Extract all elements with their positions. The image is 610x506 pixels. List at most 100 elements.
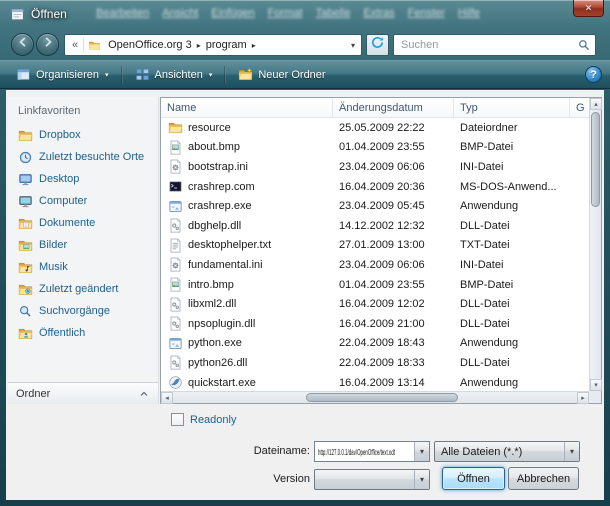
toolbar-button-ansichten[interactable]: Ansichten▾ [127,64,221,85]
filetype-dropdown-icon[interactable]: ▾ [564,442,579,461]
file-row-resource[interactable]: resource25.05.2009 22:22Dateiordner [161,118,589,138]
breadcrumb-separator-icon[interactable]: ▸ [250,41,258,50]
scroll-down-icon[interactable]: ▾ [590,379,602,391]
file-row-python26-dll[interactable]: python26.dll22.04.2009 18:33DLL-Datei [161,353,589,373]
readonly-checkbox[interactable] [171,413,184,426]
refresh-icon [370,35,385,55]
music-icon [18,260,33,275]
file-name-cell: bootstrap.ini [161,159,333,174]
scroll-up-icon[interactable]: ▴ [590,98,602,110]
sidebar-item-bilder[interactable]: Bilder [8,234,158,256]
search-input[interactable] [394,39,573,51]
file-row-quickstart-exe[interactable]: quickstart.exe16.04.2009 13:14Anwendung [161,373,589,391]
file-type: Anwendung [454,200,570,212]
address-breadcrumb[interactable]: « OpenOffice.org 3▸program▸ ▾ [64,34,362,56]
back-button[interactable] [11,33,34,56]
favorites-header: Linkfavoriten [8,97,158,124]
file-date: 16.04.2009 21:00 [333,318,454,330]
horizontal-scrollbar[interactable]: ◂ ▸ [161,391,589,403]
filename-dropdown-icon[interactable]: ▾ [414,442,429,461]
file-row-fundamental-ini[interactable]: fundamental.ini23.04.2009 06:06INI-Datei [161,255,589,275]
file-name: crashrep.exe [188,200,252,212]
file-list: NameÄnderungsdatumTypG resource25.05.200… [160,97,602,404]
scroll-right-icon[interactable]: ▸ [577,392,589,404]
file-type: MS-DOS-Anwend... [454,181,570,193]
file-row-about-bmp[interactable]: about.bmp01.04.2009 23:55BMP-Datei [161,138,589,158]
file-row-intro-bmp[interactable]: intro.bmp01.04.2009 23:55BMP-Datei [161,275,589,295]
toolbar-button-organisieren[interactable]: Organisieren ▾ [8,64,117,85]
version-label: Version [216,473,310,485]
file-rows: resource25.05.2009 22:22Dateiordnerabout… [161,118,589,391]
file-type: DLL-Datei [454,298,570,310]
breadcrumb-separator-icon[interactable]: ▸ [195,41,203,50]
scroll-left-icon[interactable]: ◂ [161,392,173,404]
toolbar-button-neuer-ordner[interactable]: Neuer Ordner [230,64,333,85]
file-row-crashrep-com[interactable]: crashrep.com16.04.2009 20:36MS-DOS-Anwen… [161,177,589,197]
version-dropdown-icon[interactable]: ▾ [414,470,429,489]
chevron-up-icon[interactable] [138,388,150,400]
sidebar-item-computer[interactable]: Computer [8,190,158,212]
sidebar-item-ffentlich[interactable]: Öffentlich [8,322,158,344]
sidebar-item-dropbox[interactable]: Dropbox [8,124,158,146]
background-menu-item: Ansicht [162,7,198,19]
file-date: 16.04.2009 12:02 [333,298,454,310]
search-icon[interactable] [573,38,595,52]
chevron-down-icon: ▾ [105,71,109,79]
background-menu-item: Bearbeiten [96,7,149,19]
file-row-bootstrap-ini[interactable]: bootstrap.ini23.04.2009 06:06INI-Datei [161,157,589,177]
vertical-scrollbar[interactable]: ▴ ▾ [589,98,601,391]
breadcrumb-segment-openoffice-org-3[interactable]: OpenOffice.org 3 [105,39,195,51]
filetype-combobox[interactable]: Alle Dateien (*.*) ▾ [434,441,580,462]
help-button[interactable]: ? [585,66,602,83]
background-menu-item: Tabelle [316,7,351,19]
titlebar[interactable]: Öffnen BearbeitenAnsichtEinfügenFormatTa… [0,0,610,30]
column-header-name[interactable]: Name [161,98,333,117]
sidebar-item-musik[interactable]: Musik [8,256,158,278]
file-name-cell: about.bmp [161,140,333,155]
txt-file-icon [168,238,183,253]
sidebar-item-dokumente[interactable]: Dokumente [8,212,158,234]
filename-value[interactable]: http://127.0.0.1/dav/OpenOffice/text.odt [315,446,414,458]
file-row-libxml2-dll[interactable]: libxml2.dll16.04.2009 12:02DLL-Datei [161,294,589,314]
help-question-icon: ? [590,69,597,81]
version-combobox[interactable]: ▾ [314,469,430,490]
background-menu: BearbeitenAnsichtEinfügenFormatTabelleEx… [96,7,568,19]
vertical-scroll-thumb[interactable] [591,112,600,207]
forward-button[interactable] [36,33,59,56]
sidebar-item-zuletzt-besuchte-orte[interactable]: Zuletzt besuchte Orte [8,146,158,168]
sidebar-item-desktop[interactable]: Desktop [8,168,158,190]
sidebar-item-suchvorg-nge[interactable]: Suchvorgänge [8,300,158,322]
filename-combobox[interactable]: http://127.0.0.1/dav/OpenOffice/text.odt… [314,441,430,462]
file-row-dbghelp-dll[interactable]: dbghelp.dll14.12.2002 12:32DLL-Datei [161,216,589,236]
file-date: 25.05.2009 22:22 [333,122,454,134]
file-row-npsoplugin-dll[interactable]: npsoplugin.dll16.04.2009 21:00DLL-Datei [161,314,589,334]
sidebar-item-zuletzt-ge-ndert[interactable]: Zuletzt geändert [8,278,158,300]
breadcrumb-dropdown-icon[interactable]: ▾ [351,41,361,50]
file-date: 01.04.2009 23:55 [333,279,454,291]
column-header-g[interactable]: G [570,98,589,117]
file-row-desktophelper-txt[interactable]: desktophelper.txt27.01.2009 13:00TXT-Dat… [161,236,589,256]
file-row-python-exe[interactable]: python.exe22.04.2009 18:43Anwendung [161,334,589,354]
column-header-typ[interactable]: Typ [454,98,570,117]
close-button[interactable]: ✕ [573,0,604,17]
folders-bar[interactable]: Ordner [8,382,158,404]
column-header-nderungsdatum[interactable]: Änderungsdatum [333,98,454,117]
breadcrumb-overflow-chevron[interactable]: « [65,39,83,51]
readonly-label[interactable]: Readonly [190,414,236,426]
cancel-button[interactable]: Abbrechen [508,467,579,490]
file-name: quickstart.exe [188,377,256,389]
open-button[interactable]: Öffnen [442,467,505,490]
toolbar-button-label: Organisieren [36,69,99,81]
folders-label: Ordner [16,388,50,400]
folder-icon [88,39,101,52]
background-menu-item: Fenster [408,7,445,19]
breadcrumb-segments: OpenOffice.org 3▸program▸ [105,39,258,51]
breadcrumb-segment-program[interactable]: program [203,39,250,51]
file-date: 14.12.2002 12:32 [333,220,454,232]
refresh-button[interactable] [366,34,389,56]
file-row-crashrep-exe[interactable]: crashrep.exe23.04.2009 05:45Anwendung [161,196,589,216]
horizontal-scroll-thumb[interactable] [306,393,458,402]
com-file-icon [168,179,183,194]
file-type: INI-Datei [454,161,570,173]
dialog-content: Linkfavoriten DropboxZuletzt besuchte Or… [6,90,604,500]
